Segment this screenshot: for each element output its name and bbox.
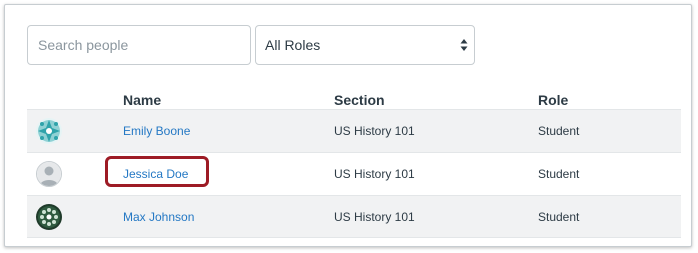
avatar-teal-pattern-icon[interactable] [36,118,62,144]
role-filter-select[interactable]: All Roles [255,25,475,65]
person-role: Student [538,210,580,224]
people-panel: All Roles Name Section Role Emily Boone … [4,4,692,247]
table-row: Max Johnson US History 101 Student [27,195,681,238]
select-arrows-icon [460,39,468,51]
person-section: US History 101 [334,124,415,138]
search-people-input[interactable] [27,25,251,65]
person-section: US History 101 [334,210,415,224]
person-name-link[interactable]: Emily Boone [123,124,190,138]
person-role: Student [538,167,580,181]
person-section: US History 101 [334,167,415,181]
table-row: Jessica Doe US History 101 Student [27,152,681,195]
avatar-default-person-icon[interactable] [36,161,62,187]
header-name: Name [123,92,162,108]
header-role: Role [538,92,569,108]
table-row: Emily Boone US History 101 Student [27,109,681,152]
person-name-link[interactable]: Max Johnson [123,210,194,224]
header-section: Section [334,92,385,108]
person-name-link[interactable]: Jessica Doe [123,167,188,181]
avatar-green-pattern-icon[interactable] [36,204,62,230]
role-filter-value: All Roles [265,37,321,53]
person-role: Student [538,124,580,138]
